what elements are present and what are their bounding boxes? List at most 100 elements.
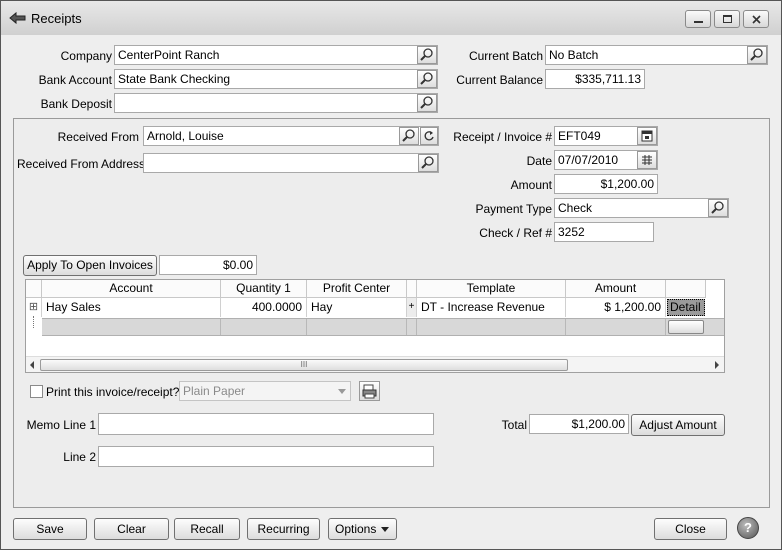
chevron-down-icon <box>338 389 346 394</box>
current-batch-lookup-button[interactable] <box>747 46 767 64</box>
app-icon <box>9 11 26 25</box>
recurring-button[interactable]: Recurring <box>247 518 320 540</box>
paper-select-value: Plain Paper <box>183 384 246 398</box>
grid-header-template[interactable]: Template <box>417 280 566 298</box>
new-row[interactable] <box>42 318 724 336</box>
amount-label: Amount <box>510 178 552 192</box>
printer-icon <box>362 384 377 399</box>
print-checkbox[interactable] <box>30 385 43 398</box>
memo-line1-label: Memo Line 1 <box>26 418 96 432</box>
current-balance-value: $335,711.13 <box>575 72 641 86</box>
calendar-grid-icon <box>642 155 652 165</box>
minimize-icon <box>694 21 703 23</box>
received-from-address-lookup-button[interactable] <box>418 154 438 172</box>
received-from-address-field[interactable] <box>143 153 439 173</box>
clear-button[interactable]: Clear <box>94 518 169 540</box>
check-ref-value: 3252 <box>558 225 585 239</box>
printer-button[interactable] <box>359 381 380 401</box>
company-lookup-button[interactable] <box>417 46 437 64</box>
payment-type-lookup-button[interactable] <box>708 199 728 217</box>
bank-account-label: Bank Account <box>38 73 112 87</box>
maximize-button[interactable] <box>714 10 740 28</box>
scrollbar-grip: III <box>300 360 308 369</box>
magnifier-icon <box>421 156 434 169</box>
date-picker-button[interactable] <box>637 151 657 169</box>
receipt-invoice-label: Receipt / Invoice # <box>453 130 552 144</box>
cell-quantity[interactable]: 400.0000 <box>221 298 307 317</box>
magnifier-icon <box>711 201 724 214</box>
magnifier-icon <box>420 48 433 61</box>
payment-type-field[interactable]: Check <box>554 198 729 218</box>
close-icon <box>752 15 761 24</box>
calendar-icon <box>641 130 653 142</box>
memo-line1-input[interactable] <box>98 413 434 435</box>
bank-deposit-lookup-button[interactable] <box>417 94 437 112</box>
receipt-invoice-value: EFT049 <box>558 129 601 143</box>
title-bar: Receipts <box>1 1 781 35</box>
grid-header-amount[interactable]: Amount <box>566 280 666 298</box>
options-label: Options <box>335 522 377 536</box>
current-balance-field: $335,711.13 <box>545 69 645 89</box>
chevron-down-icon <box>381 527 389 532</box>
adjust-amount-button[interactable]: Adjust Amount <box>631 414 725 436</box>
scroll-left-icon[interactable] <box>29 361 35 369</box>
memo-line2-input[interactable] <box>98 446 434 467</box>
received-from-lookup-button[interactable] <box>399 127 419 145</box>
current-balance-label: Current Balance <box>456 73 543 87</box>
distribution-grid: Account Quantity 1 Profit Center Templat… <box>25 279 725 373</box>
amount-field[interactable]: $1,200.00 <box>554 174 658 194</box>
bank-account-lookup-button[interactable] <box>417 70 437 88</box>
cell-amount[interactable]: $ 1,200.00 <box>566 298 666 317</box>
current-batch-field[interactable]: No Batch <box>545 45 768 65</box>
new-row-button[interactable] <box>668 320 704 334</box>
receipts-window: Receipts Company CenterPoint Ranch Bank … <box>0 0 782 550</box>
company-label: Company <box>60 49 112 63</box>
apply-amount-field: $0.00 <box>159 255 257 275</box>
received-from-refresh-button[interactable] <box>420 127 438 145</box>
cell-plus-button[interactable]: + <box>407 298 417 317</box>
magnifier-icon <box>750 48 763 61</box>
apply-amount-value: $0.00 <box>222 258 253 272</box>
scrollbar-thumb[interactable]: III <box>40 359 568 371</box>
magnifier-icon <box>420 96 433 109</box>
options-button[interactable]: Options <box>328 518 397 540</box>
table-row[interactable]: ⊞ Hay Sales 400.0000 Hay + DT - Increase… <box>26 298 724 317</box>
check-ref-label: Check / Ref # <box>479 226 552 240</box>
check-ref-field[interactable]: 3252 <box>554 222 654 242</box>
cell-profit-center[interactable]: Hay <box>307 298 407 317</box>
close-button[interactable]: Close <box>654 518 727 540</box>
payment-type-value: Check <box>558 201 593 215</box>
received-from-address-label: Received From Address <box>17 157 146 171</box>
paper-select[interactable]: Plain Paper <box>179 381 351 401</box>
total-field: $1,200.00 <box>529 414 629 434</box>
bank-account-field[interactable]: State Bank Checking <box>114 69 438 89</box>
help-button[interactable]: ? <box>737 517 759 539</box>
apply-to-open-invoices-button[interactable]: Apply To Open Invoices <box>23 255 157 276</box>
maximize-icon <box>723 15 732 23</box>
received-from-value: Arnold, Louise <box>147 129 224 143</box>
horizontal-scrollbar[interactable]: III <box>26 356 724 372</box>
receipt-number-button[interactable] <box>637 127 657 145</box>
recall-button[interactable]: Recall <box>174 518 240 540</box>
received-from-field[interactable]: Arnold, Louise <box>143 126 439 146</box>
grid-header-account[interactable]: Account <box>42 280 221 298</box>
amount-value: $1,200.00 <box>600 177 654 191</box>
minimize-button[interactable] <box>685 10 711 28</box>
row-expand-icon[interactable]: ⊞ <box>26 298 42 317</box>
memo-line2-label: Line 2 <box>63 450 96 464</box>
close-window-button[interactable] <box>743 10 769 28</box>
cell-template[interactable]: DT - Increase Revenue <box>417 298 566 317</box>
cell-account[interactable]: Hay Sales <box>42 298 221 317</box>
tree-line <box>33 316 34 328</box>
save-button[interactable]: Save <box>13 518 87 540</box>
received-from-label: Received From <box>57 130 139 144</box>
grid-header-quantity[interactable]: Quantity 1 <box>221 280 307 298</box>
company-field[interactable]: CenterPoint Ranch <box>114 45 438 65</box>
current-batch-value: No Batch <box>549 48 599 62</box>
grid-header-profit-center[interactable]: Profit Center <box>307 280 407 298</box>
current-batch-label: Current Batch <box>468 49 543 63</box>
detail-button[interactable]: Detail <box>667 299 705 316</box>
scroll-right-icon[interactable] <box>714 361 720 369</box>
bank-deposit-field[interactable] <box>114 93 438 113</box>
date-value: 07/07/2010 <box>558 153 619 167</box>
